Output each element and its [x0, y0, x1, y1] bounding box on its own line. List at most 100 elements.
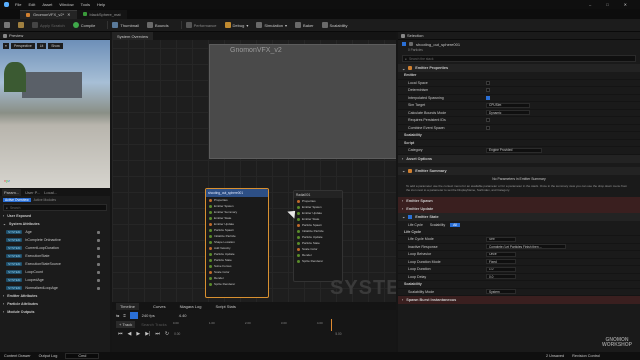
life-cycle-value[interactable]: 1.0 — [486, 266, 516, 272]
range-end[interactable]: 5.00 — [335, 332, 341, 336]
system-attributes-section[interactable]: ⌄ System Attributes — [0, 220, 110, 228]
tab-system-overview[interactable]: System Overview — [112, 32, 154, 40]
life-cycle-value[interactable]: Fixed — [486, 259, 516, 265]
life-cycle-value[interactable]: 0.0 — [486, 274, 516, 280]
preview-viewport[interactable]: ≡ Perspective Lit Show xyz — [0, 40, 110, 192]
system-attribute-row[interactable]: SYSTEM CurrentLoopDuration — [0, 244, 110, 252]
tab-close-icon[interactable]: ✕ — [67, 12, 70, 17]
emitter-node-shooting-out[interactable]: shooting_out_sphere001 Properties Emitter… — [205, 188, 269, 298]
emitter-subsection[interactable]: Emitter — [398, 72, 640, 80]
scalability-subsection[interactable]: Scalability — [398, 132, 640, 140]
fps-dropdown[interactable]: 240 fps — [142, 313, 155, 318]
life-cycle-subsection[interactable]: Life Cycle — [398, 229, 640, 236]
emitter-node-title[interactable]: shooting_out_sphere001 — [206, 189, 268, 197]
browse-button[interactable] — [18, 22, 24, 28]
menu-help[interactable]: Help — [97, 2, 105, 7]
viewport-menu-button[interactable]: ≡ — [3, 43, 9, 49]
system-attribute-row[interactable]: SYSTEM LoopedAge — [0, 276, 110, 284]
pin-icon[interactable] — [97, 238, 100, 242]
to-start-icon[interactable]: ⏮ — [118, 331, 123, 337]
save-button[interactable] — [4, 22, 10, 28]
pin-icon[interactable] — [97, 230, 100, 234]
step-forward-icon[interactable]: ▶| — [145, 331, 150, 337]
transport-icon[interactable]: ⇆ — [116, 313, 119, 318]
emitter-state-section[interactable]: ⌄ Emitter State — [398, 212, 640, 221]
tab-all[interactable]: All — [450, 222, 460, 227]
stack-search[interactable]: ⌕ Search the stack — [402, 55, 636, 62]
range-start[interactable]: 0.00 — [174, 332, 180, 336]
close-icon[interactable]: ✕ — [624, 2, 627, 7]
user-exposed-section[interactable]: › User Exposed — [0, 212, 110, 220]
property-checkbox[interactable] — [486, 80, 490, 85]
add-track-button[interactable]: + Track — [116, 321, 136, 328]
menu-tools[interactable]: Tools — [81, 2, 90, 7]
tab-script-stats[interactable]: Script Stats — [215, 304, 235, 309]
tab-gnomonvfx[interactable]: GnomonVFX_v2* ✕ — [20, 9, 77, 19]
apply-scratch-button[interactable]: Apply Scratch — [32, 22, 65, 28]
snap-toggle-icon[interactable] — [129, 311, 138, 319]
performance-button[interactable]: Performance — [185, 22, 217, 28]
tab-scalability[interactable]: Scalability — [428, 223, 447, 227]
step-back-icon[interactable]: ◀ — [128, 331, 132, 337]
pin-icon[interactable] — [97, 286, 100, 290]
active-overview-toggle[interactable]: Active Overview — [3, 197, 31, 202]
emitter-attributes-section[interactable]: › Emitter Attributes — [0, 292, 110, 300]
menu-window[interactable]: Window — [59, 2, 73, 7]
property-checkbox[interactable] — [486, 95, 490, 100]
emitter-update-section[interactable]: › Emitter Update — [398, 204, 640, 213]
tab-timeline[interactable]: Timeline — [116, 302, 139, 310]
to-end-icon[interactable]: ⏭ — [155, 331, 160, 337]
simulation-button[interactable]: Simulation ▾ — [256, 22, 287, 28]
params-search[interactable]: ⌕ Search — [3, 204, 107, 211]
show-button[interactable]: Show — [48, 43, 63, 49]
menu-asset[interactable]: Asset — [42, 2, 52, 7]
tab-curves[interactable]: Curves — [153, 304, 166, 309]
loop-icon[interactable]: ↻ — [165, 331, 169, 337]
baker-button[interactable]: Baker — [295, 22, 314, 28]
compile-button[interactable]: Compile — [72, 22, 95, 28]
emitter-node-radial[interactable]: Radial001 Properties Emitter Spawn Emitter… — [293, 190, 343, 282]
lit-button[interactable]: Lit — [36, 43, 47, 49]
play-icon[interactable]: ▶ — [136, 331, 140, 337]
tab-blacksphere-mat[interactable]: blackSphere_mat — [76, 9, 127, 19]
node-stack-item[interactable]: Sprite Renderer — [294, 258, 342, 264]
life-cycle-value[interactable]: Once — [486, 251, 516, 257]
property-dropdown[interactable]: Dynamic — [486, 110, 530, 116]
spawn-burst-section[interactable]: › Spawn Burst Instantaneous — [398, 296, 640, 304]
menu-edit[interactable]: Edit — [28, 2, 35, 7]
perspective-button[interactable]: Perspective — [10, 43, 35, 49]
asset-options-section[interactable]: › Asset Options — [398, 154, 640, 163]
node-stack-item[interactable]: Sprite Renderer — [206, 281, 268, 287]
unsaved-indicator[interactable]: 2 Unsaved — [546, 354, 564, 358]
life-cycle-value[interactable]: Complete (Let Particles Finish then ... — [486, 244, 566, 250]
emitter-properties-section[interactable]: ⌄ Emitter Properties — [398, 64, 640, 72]
property-checkbox[interactable] — [486, 118, 490, 123]
scalability-mode-dropdown[interactable]: System — [486, 289, 516, 295]
emitter-enabled-checkbox[interactable] — [402, 42, 406, 46]
tab-local-modules[interactable]: Local... — [44, 190, 57, 195]
scalability-state-subsection[interactable]: Scalability — [398, 281, 640, 289]
snap-icon[interactable]: ⌗ — [123, 313, 125, 318]
console-input[interactable]: Cmd — [65, 353, 100, 359]
pin-icon[interactable] — [97, 278, 100, 282]
emitter-spawn-section[interactable]: › Emitter Spawn — [398, 196, 640, 205]
content-drawer-button[interactable]: Content Drawer — [4, 354, 31, 358]
module-outputs-section[interactable]: › Module Outputs — [0, 308, 110, 316]
property-checkbox[interactable] — [486, 125, 490, 130]
bounds-button[interactable]: Bounds — [147, 22, 169, 28]
minimize-icon[interactable]: – — [589, 2, 591, 7]
property-checkbox[interactable] — [486, 88, 490, 93]
life-cycle-value[interactable]: Self — [486, 236, 516, 242]
emitter-state-checkbox[interactable] — [408, 214, 413, 219]
system-attribute-row[interactable]: SYSTEM ExecutionStateSource — [0, 260, 110, 268]
pin-icon[interactable] — [97, 246, 100, 250]
tab-parameters[interactable]: Param... — [2, 188, 22, 196]
thumbnail-button[interactable]: Thumbnail — [112, 22, 139, 28]
pin-icon[interactable] — [97, 270, 100, 274]
timeline-ruler[interactable]: 0.00 1.00 2.00 3.00 4.00 — [173, 319, 353, 331]
system-attribute-row[interactable]: SYSTEM ExecutionState — [0, 252, 110, 260]
particle-attributes-section[interactable]: › Particle Attributes — [0, 300, 110, 308]
system-attribute-row[interactable]: SYSTEM Age — [0, 228, 110, 236]
system-attribute-row[interactable]: SYSTEM LoopCount — [0, 268, 110, 276]
tab-user-parameters[interactable]: User P... — [25, 190, 40, 195]
